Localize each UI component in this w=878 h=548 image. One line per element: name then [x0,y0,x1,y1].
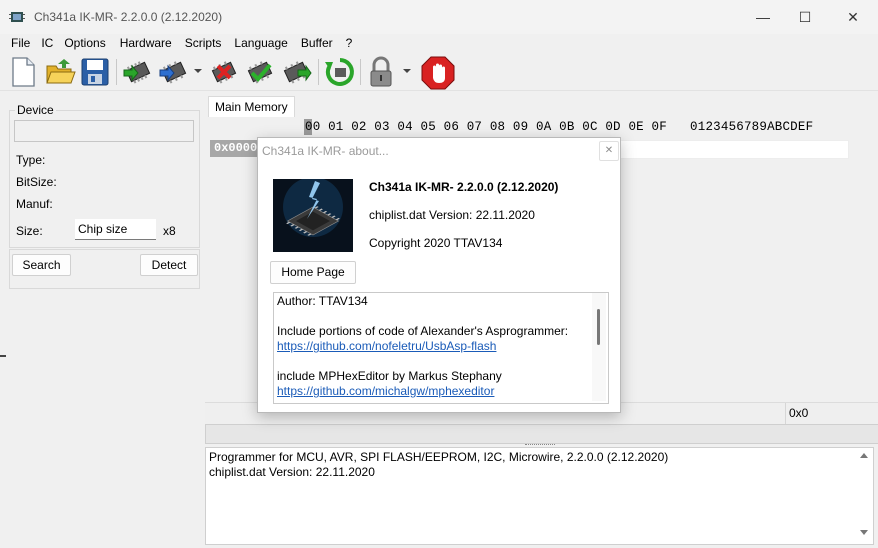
verify-chip-icon[interactable] [158,56,190,88]
log-line: chiplist.dat Version: 22.11.2020 [209,465,375,479]
app-logo [273,179,353,252]
auto-icon[interactable] [324,56,356,88]
scroll-up-icon[interactable] [860,453,868,458]
info-link-usbasp[interactable]: https://github.com/nofeletru/UsbAsp-flas… [277,339,496,353]
lock-icon[interactable] [365,56,397,88]
info-scrollbar-thumb[interactable] [597,309,600,345]
size-multiplier: x8 [163,224,176,238]
detect-button[interactable]: Detect [140,254,198,276]
write-chip-icon[interactable] [244,56,276,88]
progress-bar [205,424,878,444]
status-divider [785,403,786,424]
open-folder-icon[interactable] [44,56,76,88]
dialog-title: Ch341a IK-MR- about... [262,144,389,158]
menu-bar: File IC Options Hardware Scripts Language Buff… [0,34,878,54]
toolbar-separator [318,59,319,85]
size-label: Size: [16,224,43,238]
toolbar-separator [360,59,361,85]
about-chiplist-version: chiplist.dat Version: 22.11.2020 [369,208,535,222]
type-label: Type: [16,153,46,167]
maximize-button[interactable]: ☐ [782,0,828,34]
toolbar-separator [116,59,117,85]
info-author: Author: TTAV134 [277,294,368,308]
menu-options[interactable]: Options [64,34,105,50]
info-link-mphexeditor[interactable]: https://github.com/michalgw/mphexeditor [277,384,494,398]
menu-language[interactable]: Language [234,34,287,50]
new-file-icon[interactable] [8,56,40,88]
menu-scripts[interactable]: Scripts [185,34,222,50]
hex-column-header: 00 01 02 03 04 05 06 07 08 09 0A 0B 0C 0… [305,120,814,134]
read-chip-icon[interactable] [122,56,154,88]
log-panel[interactable]: Programmer for MCU, AVR, SPI FLASH/EEPRO… [205,447,874,545]
minimize-button[interactable]: — [740,0,786,34]
search-button[interactable]: Search [12,254,71,276]
info-include-mphexeditor: include MPHexEditor by Markus Stephany [277,369,502,383]
hex-row-address: 0x0000 [210,140,264,157]
menu-help[interactable]: ? [346,34,353,50]
save-icon[interactable] [79,56,111,88]
hex-ascii-cell[interactable] [620,140,849,159]
tab-main-memory[interactable]: Main Memory [208,96,295,118]
toolbar [0,54,878,91]
about-dialog: Ch341a IK-MR- about... ✕ Ch341a IK-MR- 2… [257,137,621,413]
scroll-down-icon[interactable] [860,530,868,535]
manuf-label: Manuf: [16,197,53,211]
erase-chip-icon[interactable] [208,56,240,88]
home-page-button[interactable]: Home Page [270,261,356,284]
log-line: Programmer for MCU, AVR, SPI FLASH/EEPRO… [209,450,669,464]
verify-dropdown-icon[interactable] [194,69,202,73]
menu-file[interactable]: File [11,34,30,50]
bitsize-label: BitSize: [16,175,57,189]
device-group-label: Device [15,103,56,117]
menu-ic[interactable]: IC [41,34,53,50]
status-address: 0x0 [789,406,809,420]
dialog-close-button[interactable]: ✕ [599,141,619,161]
close-button[interactable]: ✕ [830,0,876,34]
window-title: Ch341a IK-MR- 2.2.0.0 (2.12.2020) [34,10,223,24]
desktop-edge [0,355,6,357]
log-scrollbar[interactable] [856,448,872,542]
size-input[interactable]: Chip size [75,219,156,240]
about-info-text[interactable]: Author: TTAV134 Include portions of code… [273,292,609,404]
device-name-field[interactable] [14,120,194,142]
app-icon [9,9,25,25]
menu-buffer[interactable]: Buffer [301,34,333,50]
title-bar: Ch341a IK-MR- 2.2.0.0 (2.12.2020) — ☐ ✕ [0,0,878,34]
stop-icon[interactable] [421,56,455,90]
info-include-asprogrammer: Include portions of code of Alexander's … [277,324,569,338]
about-app-name: Ch341a IK-MR- 2.2.0.0 (2.12.2020) [369,180,559,194]
lock-dropdown-icon[interactable] [403,69,411,73]
menu-hardware[interactable]: Hardware [120,34,172,50]
about-copyright: Copyright 2020 TTAV134 [369,236,503,250]
blank-check-icon[interactable] [280,56,312,88]
